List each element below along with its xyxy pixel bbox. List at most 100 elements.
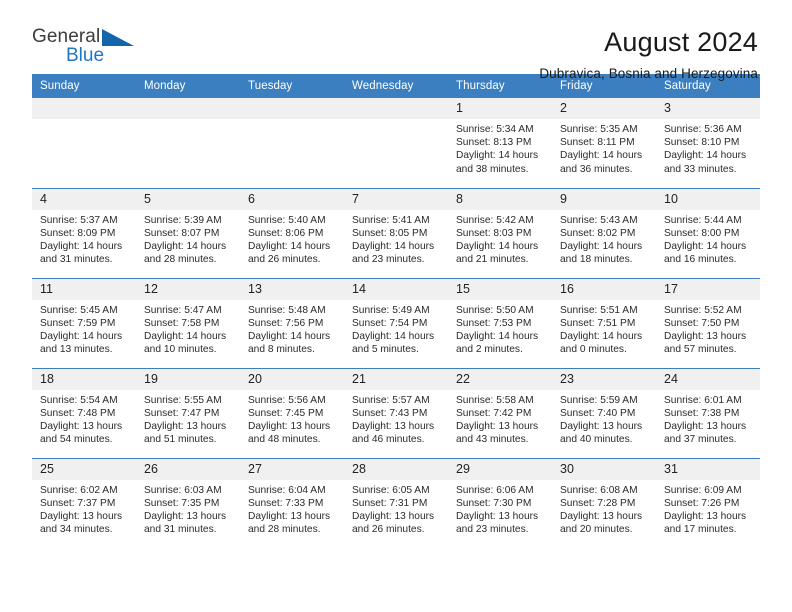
calendar-day-cell[interactable]: 15 Sunrise: 5:50 AM Sunset: 7:53 PM Dayligh… [448,277,552,368]
weekday-header-wednesday: Wednesday [344,74,448,98]
sunset-text: Sunset: 7:40 PM [560,407,636,419]
calendar-day-cell[interactable]: 8 Sunrise: 5:42 AM Sunset: 8:03 PM Daylight… [448,187,552,278]
sunrise-text: Sunrise: 5:41 AM [352,214,430,226]
day-details: Sunrise: 6:03 AM Sunset: 7:35 PM Daylight:… [136,480,240,537]
weekday-header-thursday: Thursday [448,74,552,98]
daylight-text-line2: and 31 minutes. [144,524,217,536]
sunrise-text: Sunrise: 6:04 AM [248,484,326,496]
day-number: 24 [656,368,760,390]
day-details: Sunrise: 5:57 AM Sunset: 7:43 PM Daylight:… [344,390,448,447]
calendar-day-cell[interactable]: 1 Sunrise: 5:34 AM Sunset: 8:13 PM Daylight… [448,98,552,188]
sunset-text: Sunset: 7:47 PM [144,407,220,419]
daylight-text-line1: Daylight: 13 hours [40,420,123,432]
calendar-cell-empty [240,98,344,188]
daylight-text-line1: Daylight: 13 hours [456,510,539,522]
sunset-text: Sunset: 7:38 PM [664,407,740,419]
sunrise-text: Sunrise: 6:03 AM [144,484,222,496]
daylight-text-line1: Daylight: 14 hours [248,330,331,342]
calendar-day-cell[interactable]: 17 Sunrise: 5:52 AM Sunset: 7:50 PM Dayligh… [656,277,760,368]
day-details: Sunrise: 5:41 AM Sunset: 8:05 PM Daylight:… [344,210,448,267]
sunset-text: Sunset: 7:53 PM [456,317,532,329]
calendar-day-cell[interactable]: 18 Sunrise: 5:54 AM Sunset: 7:48 PM Dayligh… [32,367,136,458]
calendar-day-cell[interactable]: 12 Sunrise: 5:47 AM Sunset: 7:58 PM Dayligh… [136,277,240,368]
sunrise-text: Sunrise: 5:54 AM [40,394,118,406]
day-details: Sunrise: 5:44 AM Sunset: 8:00 PM Daylight:… [656,210,760,267]
sunrise-text: Sunrise: 5:48 AM [248,304,326,316]
calendar-day-cell[interactable]: 31 Sunrise: 6:09 AM Sunset: 7:26 PM Dayligh… [656,457,760,548]
daylight-text-line2: and 43 minutes. [456,434,529,446]
calendar-day-cell[interactable]: 7 Sunrise: 5:41 AM Sunset: 8:05 PM Daylight… [344,187,448,278]
daylight-text-line1: Daylight: 13 hours [248,420,331,432]
calendar-day-cell[interactable]: 21 Sunrise: 5:57 AM Sunset: 7:43 PM Dayligh… [344,367,448,458]
calendar-day-cell[interactable]: 23 Sunrise: 5:59 AM Sunset: 7:40 PM Dayligh… [552,367,656,458]
daylight-text-line2: and 13 minutes. [40,344,113,356]
sunset-text: Sunset: 8:10 PM [664,137,740,149]
calendar-day-cell[interactable]: 13 Sunrise: 5:48 AM Sunset: 7:56 PM Dayligh… [240,277,344,368]
daylight-text-line2: and 48 minutes. [248,434,321,446]
day-number: 13 [240,278,344,300]
general-blue-logo[interactable]: General Blue [32,26,150,72]
daylight-text-line1: Daylight: 14 hours [664,150,747,162]
sunrise-text: Sunrise: 6:06 AM [456,484,534,496]
daylight-text-line2: and 17 minutes. [664,524,737,536]
calendar-body: 1 Sunrise: 5:34 AM Sunset: 8:13 PM Daylight… [32,98,760,548]
sunrise-text: Sunrise: 5:50 AM [456,304,534,316]
sunset-text: Sunset: 7:43 PM [352,407,428,419]
daylight-text-line2: and 38 minutes. [456,163,529,175]
calendar-day-cell[interactable]: 25 Sunrise: 6:02 AM Sunset: 7:37 PM Dayligh… [32,457,136,548]
daylight-text-line2: and 37 minutes. [664,434,737,446]
sunrise-text: Sunrise: 5:34 AM [456,124,534,135]
day-details: Sunrise: 5:42 AM Sunset: 8:03 PM Daylight:… [448,210,552,267]
daylight-text-line2: and 36 minutes. [560,163,633,175]
calendar-day-cell[interactable]: 9 Sunrise: 5:43 AM Sunset: 8:02 PM Daylight… [552,187,656,278]
sunset-text: Sunset: 7:59 PM [40,317,116,329]
calendar-day-cell[interactable]: 27 Sunrise: 6:04 AM Sunset: 7:33 PM Dayligh… [240,457,344,548]
calendar-day-cell[interactable]: 30 Sunrise: 6:08 AM Sunset: 7:28 PM Dayligh… [552,457,656,548]
calendar-day-cell[interactable]: 28 Sunrise: 6:05 AM Sunset: 7:31 PM Dayligh… [344,457,448,548]
sunset-text: Sunset: 7:35 PM [144,497,220,509]
sunset-text: Sunset: 7:37 PM [40,497,116,509]
day-details: Sunrise: 5:52 AM Sunset: 7:50 PM Daylight:… [656,300,760,357]
sunset-text: Sunset: 7:33 PM [248,497,324,509]
day-details: Sunrise: 5:37 AM Sunset: 8:09 PM Daylight:… [32,210,136,267]
day-details: Sunrise: 6:02 AM Sunset: 7:37 PM Daylight:… [32,480,136,537]
day-details: Sunrise: 6:04 AM Sunset: 7:33 PM Daylight:… [240,480,344,537]
daylight-text-line1: Daylight: 13 hours [664,330,747,342]
sunrise-text: Sunrise: 5:42 AM [456,214,534,226]
calendar-day-cell[interactable]: 4 Sunrise: 5:37 AM Sunset: 8:09 PM Daylight… [32,187,136,278]
daylight-text-line2: and 10 minutes. [144,344,217,356]
daylight-text-line2: and 23 minutes. [456,524,529,536]
calendar-day-cell[interactable]: 6 Sunrise: 5:40 AM Sunset: 8:06 PM Daylight… [240,187,344,278]
calendar-day-cell[interactable]: 10 Sunrise: 5:44 AM Sunset: 8:00 PM Dayligh… [656,187,760,278]
calendar-day-cell[interactable]: 29 Sunrise: 6:06 AM Sunset: 7:30 PM Dayligh… [448,457,552,548]
calendar-day-cell[interactable]: 2 Sunrise: 5:35 AM Sunset: 8:11 PM Daylight… [552,98,656,188]
day-number: 28 [344,458,448,480]
calendar-day-cell[interactable]: 5 Sunrise: 5:39 AM Sunset: 8:07 PM Daylight… [136,187,240,278]
day-number: 1 [448,98,552,119]
sunset-text: Sunset: 7:50 PM [664,317,740,329]
day-number: 2 [552,98,656,119]
calendar-day-cell[interactable]: 26 Sunrise: 6:03 AM Sunset: 7:35 PM Dayligh… [136,457,240,548]
sunset-text: Sunset: 8:02 PM [560,227,636,239]
sunset-text: Sunset: 8:13 PM [456,137,532,149]
daylight-text-line2: and 51 minutes. [144,434,217,446]
day-number: 25 [32,458,136,480]
day-number: 15 [448,278,552,300]
calendar-day-cell[interactable]: 14 Sunrise: 5:49 AM Sunset: 7:54 PM Dayligh… [344,277,448,368]
day-number: 26 [136,458,240,480]
day-number [240,98,344,119]
calendar-day-cell[interactable]: 11 Sunrise: 5:45 AM Sunset: 7:59 PM Dayligh… [32,277,136,368]
day-number [344,98,448,119]
calendar-day-cell[interactable]: 16 Sunrise: 5:51 AM Sunset: 7:51 PM Dayligh… [552,277,656,368]
calendar-day-cell[interactable]: 22 Sunrise: 5:58 AM Sunset: 7:42 PM Dayligh… [448,367,552,458]
calendar-day-cell[interactable]: 24 Sunrise: 6:01 AM Sunset: 7:38 PM Dayligh… [656,367,760,458]
sunset-text: Sunset: 7:54 PM [352,317,428,329]
day-details: Sunrise: 5:59 AM Sunset: 7:40 PM Daylight:… [552,390,656,447]
daylight-text-line2: and 16 minutes. [664,254,737,266]
day-number: 7 [344,188,448,210]
daylight-text-line2: and 54 minutes. [40,434,113,446]
calendar-day-cell[interactable]: 3 Sunrise: 5:36 AM Sunset: 8:10 PM Daylight… [656,98,760,188]
daylight-text-line1: Daylight: 13 hours [664,510,747,522]
calendar-day-cell[interactable]: 19 Sunrise: 5:55 AM Sunset: 7:47 PM Dayligh… [136,367,240,458]
calendar-day-cell[interactable]: 20 Sunrise: 5:56 AM Sunset: 7:45 PM Dayligh… [240,367,344,458]
